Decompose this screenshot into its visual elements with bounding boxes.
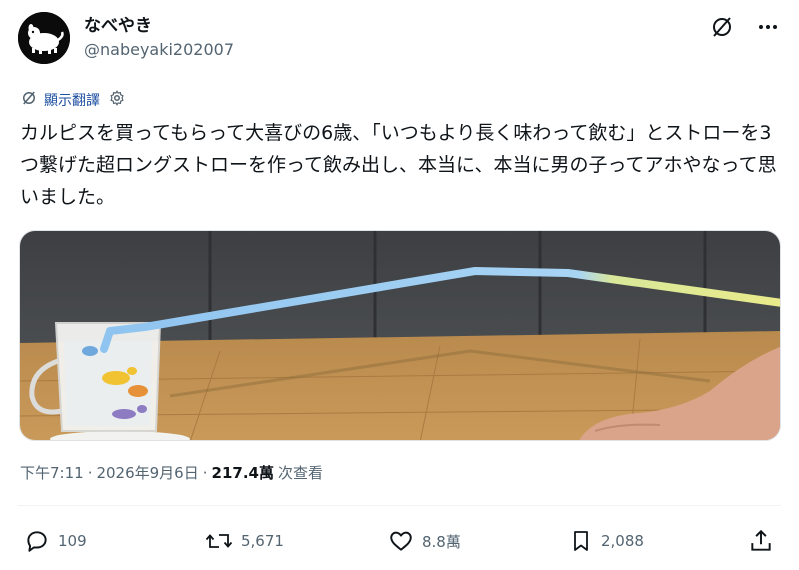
reply-button[interactable]: 109 — [24, 528, 87, 554]
dog-avatar-icon — [18, 12, 70, 64]
tweet-time[interactable]: 下午7:11 — [20, 462, 84, 483]
heart-icon — [388, 528, 414, 554]
avatar[interactable] — [18, 12, 70, 64]
tweet-media[interactable] — [19, 230, 781, 441]
photo-straw-cup — [20, 231, 780, 440]
tweet-text: カルピスを買ってもらって大喜びの6歳、「いつもより長く味わって飲む」とストローを… — [20, 122, 777, 208]
translate-row[interactable]: 顯示翻譯 — [20, 89, 126, 111]
like-count: 8.8萬 — [422, 532, 461, 551]
meta-separator: · — [87, 464, 93, 482]
retweet-icon — [205, 528, 233, 554]
meta-separator-2: · — [202, 464, 208, 482]
retweet-button[interactable]: 5,671 — [205, 528, 284, 554]
views-count: 217.4萬 — [211, 464, 274, 482]
like-button[interactable]: 8.8萬 — [388, 528, 461, 554]
bookmark-button[interactable]: 2,088 — [569, 528, 644, 554]
divider — [18, 505, 781, 506]
translate-icon — [20, 89, 38, 111]
tweet-date[interactable]: 2026年9月6日 — [96, 462, 198, 483]
tweet-top-actions — [709, 14, 781, 40]
share-button[interactable] — [748, 528, 774, 554]
author-display-name[interactable]: なべやき — [84, 11, 152, 36]
tweet-action-bar: 109 5,671 8.8萬 2,088 — [0, 528, 799, 562]
views-label: 次查看 — [277, 464, 323, 482]
reply-count: 109 — [58, 532, 87, 550]
retweet-count: 5,671 — [241, 532, 284, 550]
bookmark-count: 2,088 — [601, 532, 644, 550]
share-icon — [748, 528, 774, 554]
gear-icon[interactable] — [108, 89, 126, 111]
tweet-meta: 下午7:11 · 2026年9月6日 · 217.4萬 次查看 — [20, 462, 323, 483]
bookmark-icon — [569, 528, 593, 554]
grok-icon[interactable] — [709, 14, 735, 40]
author-handle[interactable]: @nabeyaki202007 — [84, 40, 234, 59]
more-icon[interactable] — [755, 14, 781, 40]
reply-icon — [24, 528, 50, 554]
translate-link[interactable]: 顯示翻譯 — [44, 90, 100, 110]
